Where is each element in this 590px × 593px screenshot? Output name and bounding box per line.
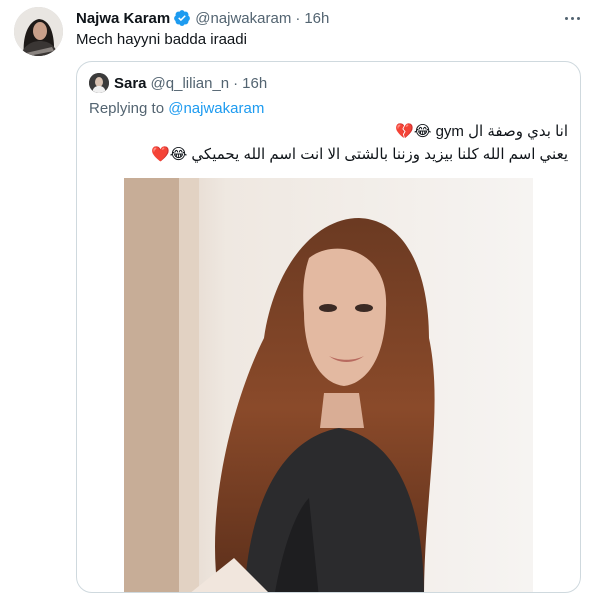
quoted-text-line-2: يعني اسم الله كلنا بيزيد وزننا بالشتى ال… (151, 146, 568, 163)
quoted-tweet-header: Sara @q_lilian_n · 16h (89, 73, 268, 93)
quoted-tweet[interactable]: Sara @q_lilian_n · 16h Replying to @najw… (76, 61, 581, 593)
replying-prefix: Replying to (89, 100, 165, 117)
replying-mention-link[interactable]: @najwakaram (168, 100, 264, 117)
more-options-icon[interactable] (562, 9, 582, 27)
tweet-text: Mech hayyni badda iraadi (76, 31, 247, 48)
quoted-author-handle: @q_lilian_n (150, 74, 230, 92)
verified-badge-icon (173, 9, 191, 27)
quoted-author-avatar (89, 73, 109, 93)
author-handle[interactable]: @najwakaram (195, 10, 291, 27)
tweet-timestamp[interactable]: 16h (304, 10, 329, 27)
tweet-header: Najwa Karam @najwakaram · 16h (76, 8, 329, 28)
author-avatar[interactable] (14, 7, 63, 56)
quoted-author-name: Sara (114, 74, 147, 92)
author-name[interactable]: Najwa Karam (76, 10, 170, 27)
quoted-timestamp: 16h (242, 74, 268, 92)
tweet[interactable]: Najwa Karam @najwakaram · 16h Mech hayyn… (0, 0, 590, 593)
replying-to: Replying to @najwakaram (89, 100, 264, 117)
separator-dot: · (233, 74, 239, 92)
quoted-photo[interactable] (124, 178, 533, 592)
separator-dot: · (295, 9, 301, 27)
quoted-text-line-1: انا بدي وصفة ال gym 😂💔 (395, 123, 568, 140)
